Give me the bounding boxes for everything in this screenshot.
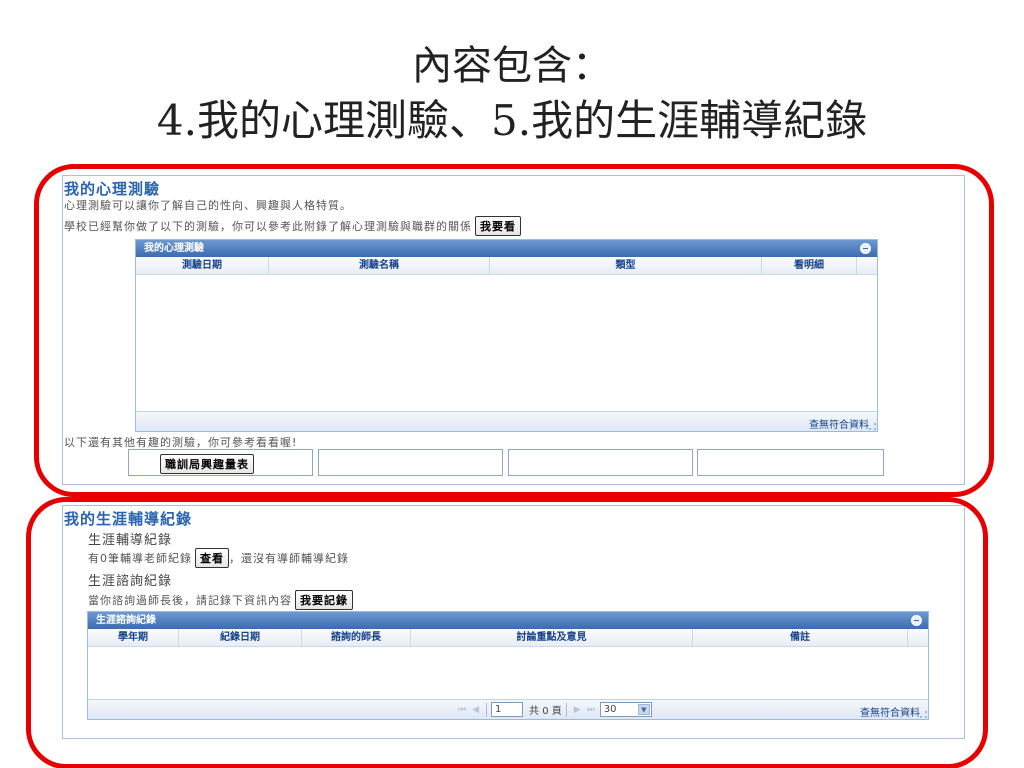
slide-title-line2: 4.我的心理測驗、5.我的生涯輔導紀錄 xyxy=(156,96,868,145)
slide-title-line1: 內容包含： xyxy=(412,43,612,89)
highlight-frame-psych xyxy=(34,164,994,497)
highlight-frame-career xyxy=(26,497,988,768)
